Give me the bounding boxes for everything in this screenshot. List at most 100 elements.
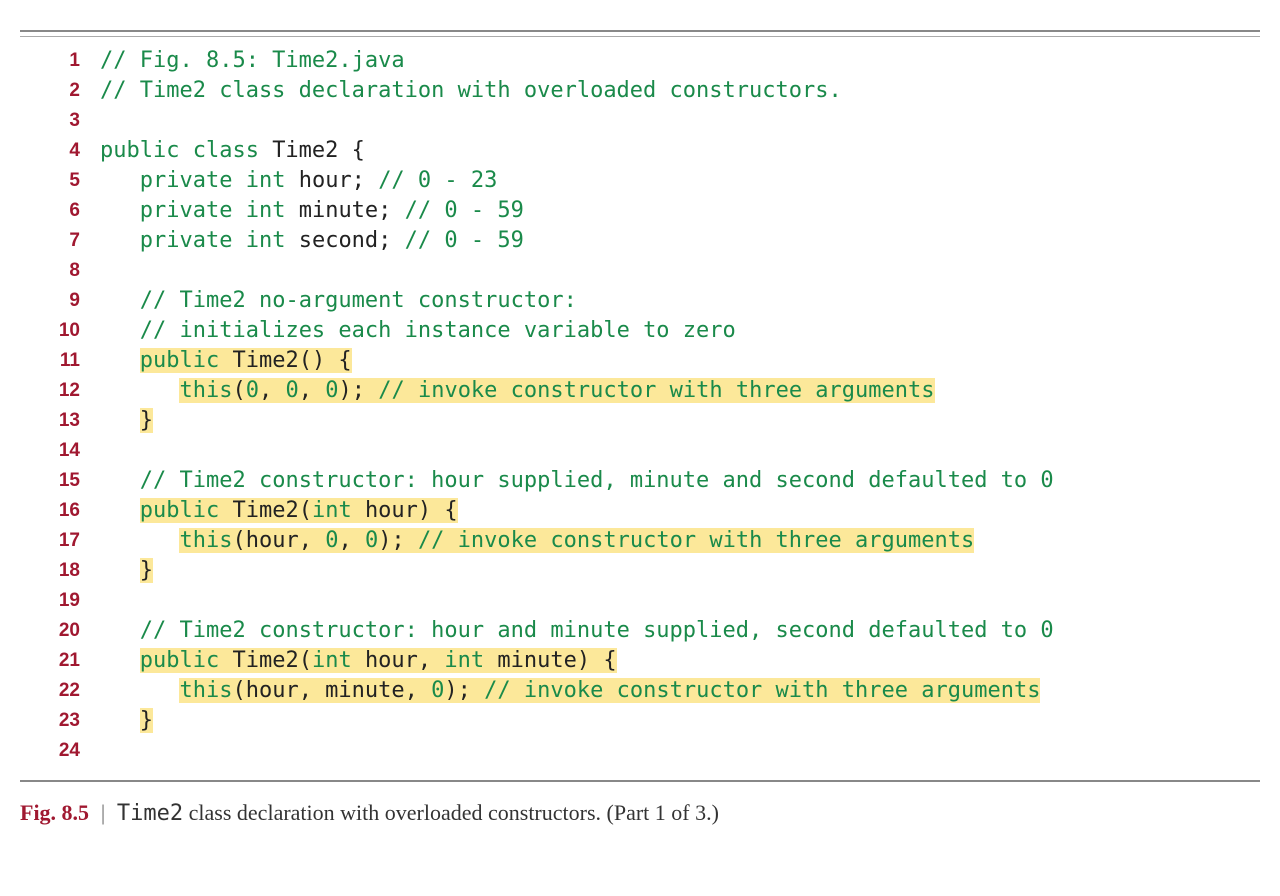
code-token: 0 (325, 378, 338, 403)
code-token: } (140, 408, 153, 433)
code-line: 15 // Time2 constructor: hour supplied, … (20, 466, 1260, 496)
code-token (100, 408, 140, 433)
code-line: 17 this(hour, 0, 0); // invoke construct… (20, 526, 1260, 556)
line-number: 9 (20, 286, 100, 316)
line-number: 13 (20, 406, 100, 436)
code-token: int (312, 498, 365, 523)
code-line: 4public class Time2 { (20, 136, 1260, 166)
code-token (100, 558, 140, 583)
code-content: // Time2 no-argument constructor: (100, 286, 1260, 316)
code-line: 19 (20, 586, 1260, 616)
line-number: 1 (20, 46, 100, 76)
line-number: 11 (20, 346, 100, 376)
code-token (100, 198, 140, 223)
code-content: private int minute; // 0 - 59 (100, 196, 1260, 226)
code-token: Time2( (232, 648, 311, 673)
line-number: 10 (20, 316, 100, 346)
code-token (100, 648, 140, 673)
code-token (100, 528, 179, 553)
code-token: // Time2 no-argument constructor: (140, 288, 577, 313)
line-number: 6 (20, 196, 100, 226)
line-number: 20 (20, 616, 100, 646)
code-token: this (179, 678, 232, 703)
caption-separator: | (95, 800, 112, 825)
code-content: // Time2 class declaration with overload… (100, 76, 1260, 106)
code-line: 6 private int minute; // 0 - 59 (20, 196, 1260, 226)
code-token: , (299, 378, 326, 403)
line-number: 14 (20, 436, 100, 466)
code-token: // initializes each instance variable to… (140, 318, 736, 343)
code-token (100, 498, 140, 523)
code-token: minute; (299, 198, 405, 223)
code-token: 0 (246, 378, 259, 403)
code-content: // Fig. 8.5: Time2.java (100, 46, 1260, 76)
line-number: 15 (20, 466, 100, 496)
code-token: (hour, minute, (232, 678, 431, 703)
code-token: 0 (365, 528, 378, 553)
code-token: 0 (285, 378, 298, 403)
code-token: 0 (431, 678, 444, 703)
line-number: 18 (20, 556, 100, 586)
code-token: public (140, 648, 233, 673)
code-line: 7 private int second; // 0 - 59 (20, 226, 1260, 256)
code-content: } (100, 706, 1260, 736)
code-token: // invoke constructor with three argumen… (484, 678, 1040, 703)
code-line: 3 (20, 106, 1260, 136)
code-line: 23 } (20, 706, 1260, 736)
code-content: public Time2(int hour, int minute) { (100, 646, 1260, 676)
code-line: 10 // initializes each instance variable… (20, 316, 1260, 346)
code-token (100, 318, 140, 343)
code-token: this (179, 378, 232, 403)
code-token: // invoke constructor with three argumen… (378, 378, 934, 403)
code-line: 22 this(hour, minute, 0); // invoke cons… (20, 676, 1260, 706)
code-token: Time2( (232, 498, 311, 523)
line-number: 2 (20, 76, 100, 106)
code-token (100, 378, 179, 403)
code-line: 13 } (20, 406, 1260, 436)
code-token: // Time2 constructor: hour and minute su… (140, 618, 1054, 643)
code-token: ( (232, 378, 245, 403)
code-token (100, 288, 140, 313)
code-line: 9 // Time2 no-argument constructor: (20, 286, 1260, 316)
line-number: 22 (20, 676, 100, 706)
line-number: 23 (20, 706, 100, 736)
line-number: 24 (20, 736, 100, 766)
code-token: // Time2 constructor: hour supplied, min… (140, 468, 1054, 493)
code-token (100, 708, 140, 733)
code-token: ); (338, 378, 378, 403)
code-line: 1// Fig. 8.5: Time2.java (20, 46, 1260, 76)
code-token: public class (100, 138, 272, 163)
code-token: // 0 - 59 (405, 228, 524, 253)
code-token: , (259, 378, 286, 403)
line-number: 19 (20, 586, 100, 616)
code-token: 0 (325, 528, 338, 553)
code-line: 24 (20, 736, 1260, 766)
code-content: // initializes each instance variable to… (100, 316, 1260, 346)
code-token: ); (378, 528, 418, 553)
code-token: private int (140, 168, 299, 193)
code-content: private int hour; // 0 - 23 (100, 166, 1260, 196)
caption-text: class declaration with overloaded constr… (183, 800, 719, 825)
code-content: public Time2() { (100, 346, 1260, 376)
code-token: int (444, 648, 497, 673)
line-number: 17 (20, 526, 100, 556)
code-line: 18 } (20, 556, 1260, 586)
caption-classname: Time2 (117, 801, 183, 826)
code-token (100, 228, 140, 253)
code-line: 21 public Time2(int hour, int minute) { (20, 646, 1260, 676)
code-line: 11 public Time2() { (20, 346, 1260, 376)
code-content: private int second; // 0 - 59 (100, 226, 1260, 256)
code-token (100, 468, 140, 493)
code-token: hour, (365, 648, 444, 673)
code-token: // Fig. 8.5: Time2.java (100, 48, 405, 73)
figure-caption: Fig. 8.5 | Time2 class declaration with … (20, 800, 1260, 826)
code-listing: 1// Fig. 8.5: Time2.java2// Time2 class … (20, 30, 1260, 782)
code-line: 16 public Time2(int hour) { (20, 496, 1260, 526)
code-line: 12 this(0, 0, 0); // invoke constructor … (20, 376, 1260, 406)
code-token: this (179, 528, 232, 553)
code-token: Time2() { (232, 348, 351, 373)
code-token: (hour, (232, 528, 325, 553)
code-line: 20 // Time2 constructor: hour and minute… (20, 616, 1260, 646)
line-number: 8 (20, 256, 100, 286)
code-token: // 0 - 23 (378, 168, 497, 193)
